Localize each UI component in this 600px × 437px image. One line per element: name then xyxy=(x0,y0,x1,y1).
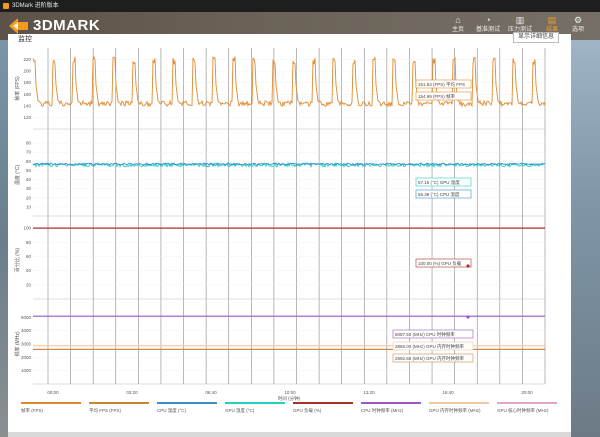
legend-label: GPU 核心时钟频率 (MHz) xyxy=(497,407,549,414)
x-tick-label: 16:40 xyxy=(442,390,454,395)
nav-home-label: 主页 xyxy=(446,26,470,34)
y-axis-label: 百分比 (%) xyxy=(14,248,21,273)
y-tick-label: 60 xyxy=(26,159,32,164)
y-tick-label: 5000 xyxy=(21,315,32,320)
y-tick-label: 10 xyxy=(26,204,32,209)
y-tick-label: 20 xyxy=(26,195,32,200)
marker-dot xyxy=(466,264,469,267)
nav-benchmarks-label: 基准测试 xyxy=(476,26,500,34)
legend-swatch xyxy=(429,402,489,404)
legend-swatch xyxy=(21,402,81,404)
y-tick-label: 20 xyxy=(26,282,32,287)
y-axis-label: 温度 (°C) xyxy=(14,165,21,186)
y-tick-label: 180 xyxy=(23,80,31,85)
annotation-label: 57.16 (°C) GPU 温度 xyxy=(418,179,460,186)
legend-label: GPU 温度 (°C) xyxy=(225,407,255,414)
y-axis-label: 帧率 (FPS) xyxy=(14,76,21,101)
monitoring-chart: 220 200 180 160 140 120 帧率 (FPS) 151.63 (FPS) 平… xyxy=(8,34,571,432)
legend-swatch xyxy=(361,402,421,404)
y-tick-label: 220 xyxy=(23,57,31,62)
annotation-label: 100.00 (%) GPU 负载 xyxy=(418,260,462,267)
legend-swatch xyxy=(157,402,217,404)
y-tick-label: 4000 xyxy=(21,328,32,333)
annotation-label: 2592.68 (MHz) GPU 内存时钟频率 xyxy=(395,355,465,362)
gauge-icon: ◔ xyxy=(476,14,500,26)
bar-chart-icon: ▥ xyxy=(508,14,532,26)
y-tick-label: 80 xyxy=(26,141,32,146)
legend-swatch xyxy=(225,402,285,404)
legend-label: 平均 FPS (FPS) xyxy=(89,407,122,414)
y-tick-label: 120 xyxy=(23,115,31,120)
y-tick-label: 100 xyxy=(23,226,31,231)
y-tick-label: 2000 xyxy=(21,355,32,360)
y-axis-label: 频率 (MHz) xyxy=(14,331,21,356)
gear-icon: ⚙ xyxy=(566,14,590,26)
3dmark-logo-icon xyxy=(8,17,30,35)
legend-swatch xyxy=(89,402,149,404)
y-tick-label: 30 xyxy=(26,186,32,191)
y-tick-label: 70 xyxy=(26,150,32,155)
x-tick-label: 10:00 xyxy=(284,390,296,395)
legend-swatch xyxy=(293,402,353,404)
x-tick-label: 06:40 xyxy=(205,390,217,395)
legend-label: GPU 负载 (%) xyxy=(293,407,322,414)
window-title: 3DMark 进阶版本 xyxy=(12,2,59,10)
legend-label: CPU 温度 (°C) xyxy=(157,407,187,414)
y-tick-label: 200 xyxy=(23,69,31,74)
annotation-label: 5087.50 (MHz) CPU 时钟频率 xyxy=(395,331,455,338)
x-tick-label: 20:00 xyxy=(521,390,533,395)
annotation-label: 151.63 (FPS) 平均 FPS xyxy=(418,81,465,88)
legend-label: GPU 内存时钟频率 (MHz) xyxy=(429,407,481,414)
results-icon: ▤ xyxy=(540,14,564,26)
background-right-edge xyxy=(571,40,600,437)
app-icon xyxy=(3,3,9,9)
monitoring-panel: 监控 显示详细信息 220 200 180 160 140 120 帧率 (FPS) 151.… xyxy=(8,34,571,432)
legend-label: CPU 时钟频率 (MHz) xyxy=(361,407,404,414)
background-left-edge xyxy=(0,40,8,437)
x-tick-label: 13:20 xyxy=(363,390,375,395)
nav-options-label: 选项 xyxy=(566,26,590,34)
y-tick-label: 60 xyxy=(26,254,32,259)
legend-swatch xyxy=(497,402,557,404)
y-tick-label: 50 xyxy=(26,168,32,173)
annotation-label: 154.99 (FPS) 帧率 xyxy=(418,93,456,100)
x-axis-label: 时间 (分钟) xyxy=(278,395,301,402)
y-tick-label: 40 xyxy=(26,177,32,182)
y-tick-label: 140 xyxy=(23,103,31,108)
annotation-label: 55.36 (°C) CPU 温度 xyxy=(418,191,460,198)
brand-logo-text: 3DMARK xyxy=(33,18,100,34)
legend-label: 帧率 (FPS) xyxy=(21,407,44,414)
y-tick-label: 1000 xyxy=(21,368,32,373)
y-tick-label: 160 xyxy=(23,92,31,97)
annotation-label: 2865.00 (MHz) GPU 内存时钟频率 xyxy=(395,343,465,350)
y-tick-label: 40 xyxy=(26,268,32,273)
home-icon: ⌂ xyxy=(446,14,470,26)
y-tick-label: 3000 xyxy=(21,342,32,347)
x-tick-label: 03:20 xyxy=(126,390,138,395)
x-tick-label: 00:00 xyxy=(47,390,59,395)
title-bar: 3DMark 进阶版本 xyxy=(0,0,600,12)
marker-dot xyxy=(466,315,469,318)
y-tick-label: 80 xyxy=(26,240,32,245)
